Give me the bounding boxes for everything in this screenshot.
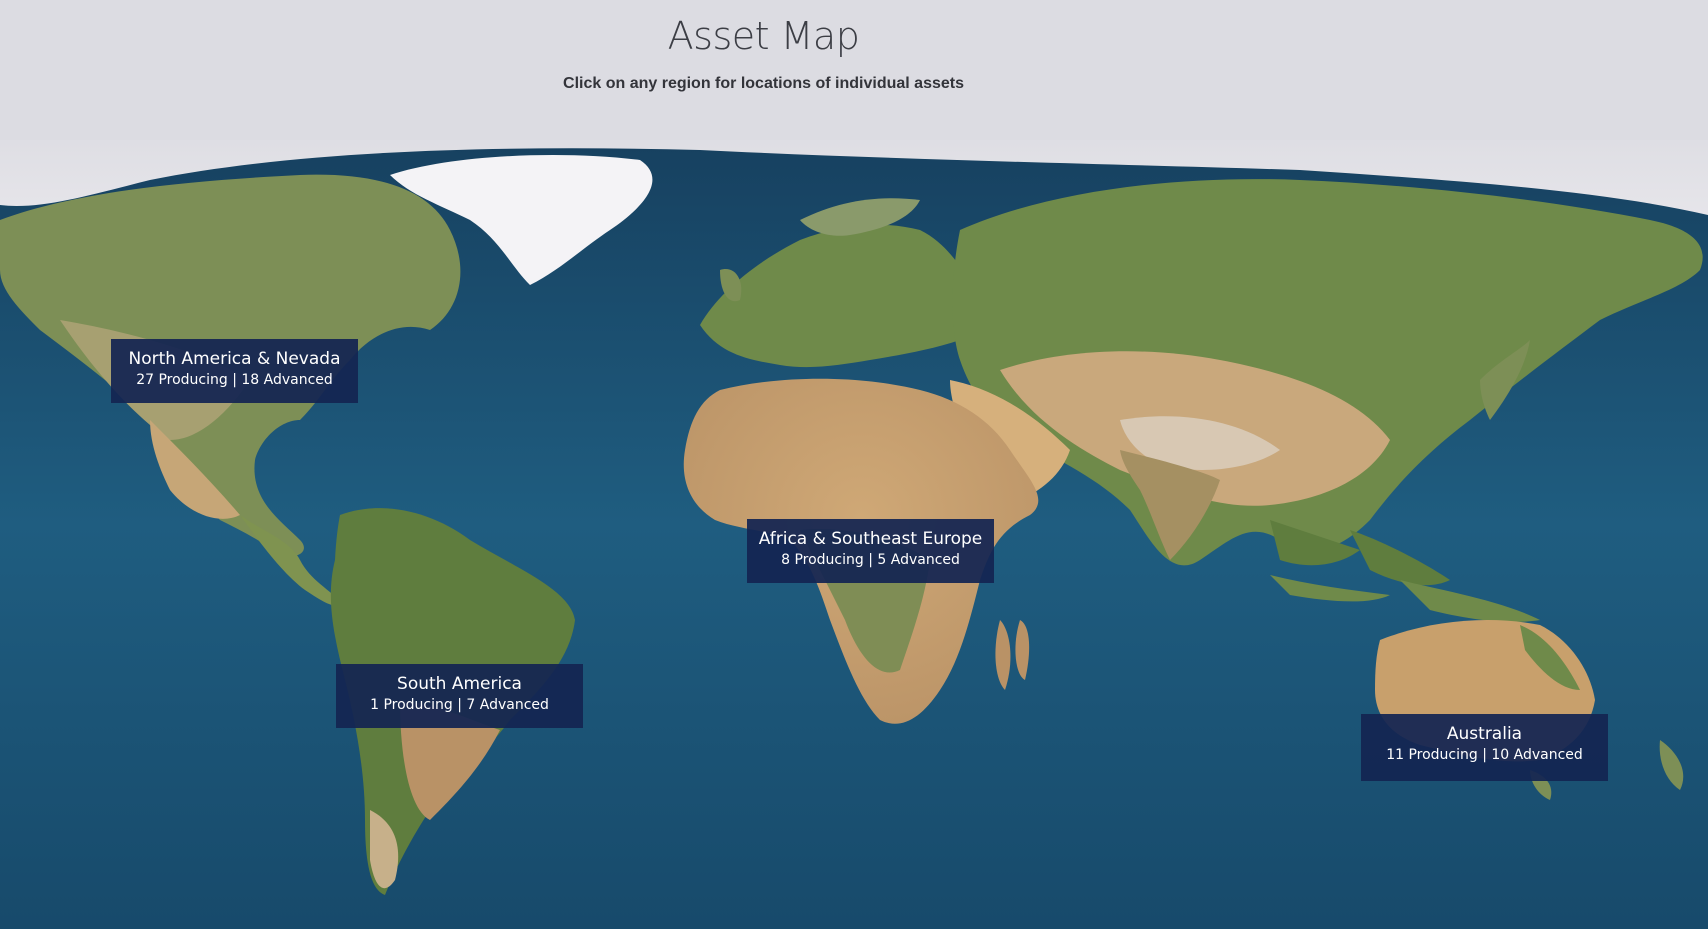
region-card-africa-se-europe[interactable]: Africa & Southeast Europe 8 Producing | …: [747, 519, 994, 583]
region-stats: 27 Producing | 18 Advanced: [136, 372, 333, 388]
region-card-north-america[interactable]: North America & Nevada 27 Producing | 18…: [111, 339, 358, 403]
region-stats: 8 Producing | 5 Advanced: [781, 552, 960, 568]
region-stats: 1 Producing | 7 Advanced: [370, 697, 549, 713]
region-stats: 11 Producing | 10 Advanced: [1386, 747, 1583, 763]
page-title: Asset Map: [667, 14, 860, 58]
header: Asset Map Click on any region for locati…: [0, 0, 1708, 140]
region-card-south-america[interactable]: South America 1 Producing | 7 Advanced: [336, 664, 583, 728]
page-subtitle: Click on any region for locations of ind…: [563, 75, 964, 92]
region-card-australia[interactable]: Australia 11 Producing | 10 Advanced: [1361, 714, 1608, 781]
region-name: South America: [397, 674, 522, 694]
region-name: North America & Nevada: [128, 349, 341, 369]
region-name: Australia: [1446, 724, 1523, 744]
region-name: Africa & Southeast Europe: [758, 529, 983, 549]
